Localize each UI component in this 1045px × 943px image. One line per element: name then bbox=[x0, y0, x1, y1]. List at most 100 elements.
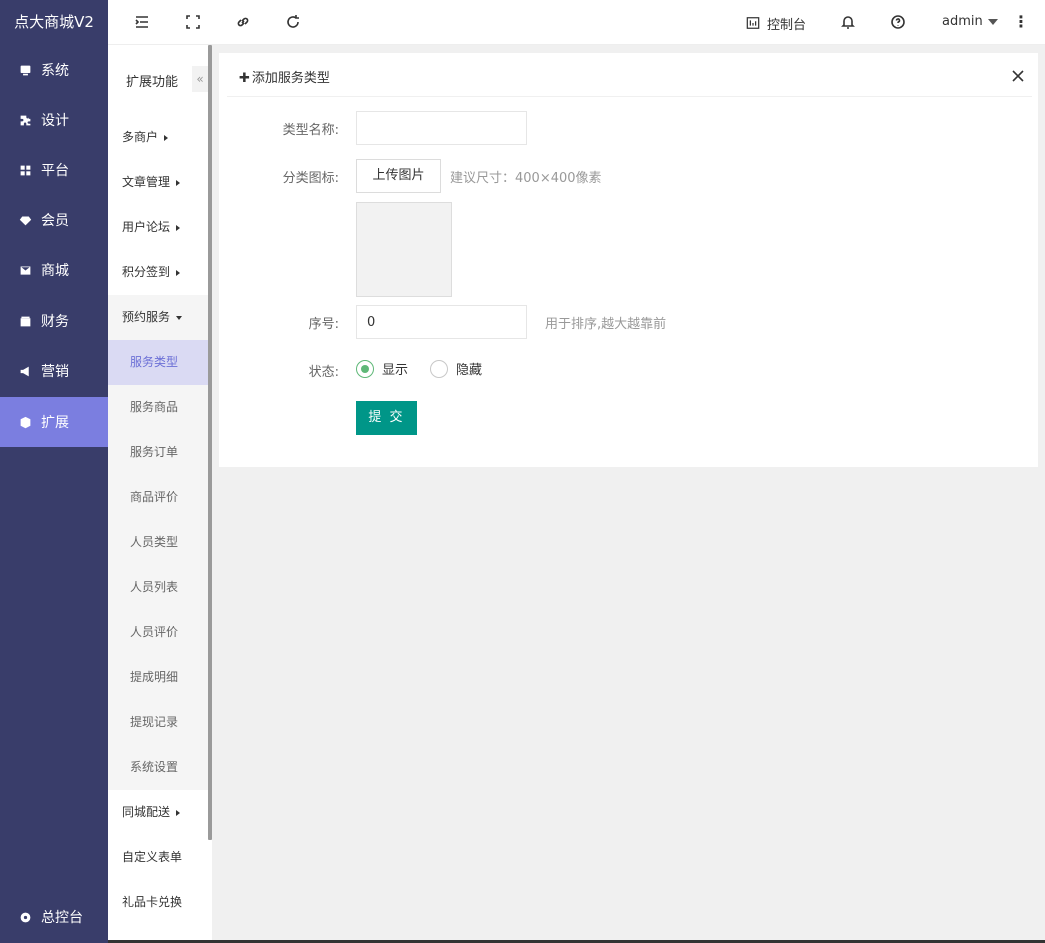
caret-down-icon bbox=[987, 18, 998, 25]
nav-item-shop[interactable]: 商城 bbox=[0, 245, 108, 295]
grid-icon bbox=[18, 163, 32, 177]
sub-group-points-signin[interactable]: 积分签到 bbox=[108, 250, 208, 295]
sub-group-label: 同城配送 bbox=[122, 805, 171, 819]
wallet-icon bbox=[18, 314, 32, 328]
sub-group-label: 积分签到 bbox=[122, 265, 171, 279]
card-title-text: 添加服务类型 bbox=[251, 71, 330, 86]
nav-label: 营销 bbox=[41, 364, 69, 380]
plus-icon: ✚ bbox=[239, 71, 250, 86]
radio-label: 隐藏 bbox=[456, 363, 483, 378]
nav-label: 会员 bbox=[41, 213, 69, 229]
sub-group-multi-merchant[interactable]: 多商户 bbox=[108, 115, 208, 160]
nav-label: 扩展 bbox=[41, 415, 69, 431]
nav-item-marketing[interactable]: 营销 bbox=[0, 346, 108, 396]
sub-item-staff-list[interactable]: 人员列表 bbox=[108, 565, 208, 610]
sub-item-commission-details[interactable]: 提成明细 bbox=[108, 655, 208, 700]
more-vertical-icon[interactable]: ⋮ bbox=[1013, 14, 1029, 30]
nav-label: 总控台 bbox=[41, 910, 83, 926]
link-icon[interactable] bbox=[235, 14, 253, 32]
nav-label: 财务 bbox=[41, 314, 69, 330]
sub-item-withdraw-records[interactable]: 提现记录 bbox=[108, 700, 208, 745]
sub-item-staff-reviews[interactable]: 人员评价 bbox=[108, 610, 208, 655]
sub-sidebar-scrollbar[interactable] bbox=[208, 45, 212, 840]
caret-right-icon bbox=[176, 809, 181, 816]
nav-label: 商城 bbox=[41, 263, 69, 279]
nav-item-member[interactable]: 会员 bbox=[0, 195, 108, 245]
sub-group-label: 文章管理 bbox=[122, 175, 171, 189]
radio-unchecked-icon bbox=[430, 359, 448, 378]
nav-item-finance[interactable]: 财务 bbox=[0, 296, 108, 346]
user-name: admin bbox=[942, 14, 983, 29]
sub-group-label: 礼品卡兑换 bbox=[122, 895, 183, 909]
sub-group-articles[interactable]: 文章管理 bbox=[108, 160, 208, 205]
sub-group-label: 用户论坛 bbox=[122, 220, 171, 234]
status-label: 状态: bbox=[308, 365, 339, 380]
sub-group-booking-service[interactable]: 预约服务 bbox=[108, 295, 208, 340]
nav-label: 平台 bbox=[41, 163, 69, 179]
user-menu[interactable]: admin bbox=[942, 14, 998, 29]
refresh-icon[interactable] bbox=[285, 14, 303, 32]
console-icon bbox=[746, 17, 760, 29]
icon-size-hint: 建议尺寸：400×400像素 bbox=[450, 171, 602, 186]
nav-item-platform[interactable]: 平台 bbox=[0, 145, 108, 195]
card-title: ✚ 添加服务类型 bbox=[239, 67, 330, 86]
sub-group-local-delivery[interactable]: 同城配送 bbox=[108, 790, 208, 835]
radio-label: 显示 bbox=[382, 363, 409, 378]
caret-right-icon bbox=[176, 224, 181, 231]
sub-item-service-type[interactable]: 服务类型 bbox=[108, 340, 208, 385]
type-name-input[interactable] bbox=[356, 111, 527, 145]
caret-right-icon bbox=[176, 269, 181, 276]
console-label: 控制台 bbox=[767, 17, 807, 33]
sub-sidebar-title: 扩展功能 bbox=[126, 75, 179, 90]
menu-toggle-icon[interactable] bbox=[134, 14, 152, 32]
status-radio-show[interactable]: 显示 bbox=[356, 359, 408, 378]
sub-group-forum[interactable]: 用户论坛 bbox=[108, 205, 208, 250]
close-icon[interactable] bbox=[1011, 69, 1025, 83]
sub-item-staff-types[interactable]: 人员类型 bbox=[108, 520, 208, 565]
sub-group-gift-card[interactable]: 礼品卡兑换 bbox=[108, 880, 208, 925]
diamond-icon bbox=[18, 213, 32, 227]
type-name-label: 类型名称: bbox=[282, 123, 339, 138]
sub-item-system-settings[interactable]: 系统设置 bbox=[108, 745, 208, 790]
fullscreen-icon[interactable] bbox=[185, 14, 203, 32]
order-label: 序号: bbox=[308, 317, 339, 332]
sub-group-label: 自定义表单 bbox=[122, 850, 183, 864]
nav-item-system[interactable]: 系统 bbox=[0, 45, 108, 95]
puzzle-icon bbox=[18, 113, 32, 127]
add-service-type-card: ✚ 添加服务类型 类型名称: 分类图标: 上传图片 建议尺寸：400×400像素 … bbox=[219, 53, 1038, 467]
sub-item-service-orders[interactable]: 服务订单 bbox=[108, 430, 208, 475]
megaphone-icon bbox=[18, 364, 32, 378]
radio-checked-icon bbox=[356, 359, 374, 378]
card-header: ✚ 添加服务类型 bbox=[227, 53, 1032, 97]
sub-group-label: 多商户 bbox=[122, 130, 159, 144]
monitor-icon bbox=[18, 63, 32, 77]
nav-item-extension[interactable]: 扩展 bbox=[0, 397, 108, 447]
mail-icon bbox=[18, 263, 32, 277]
sub-item-goods-reviews[interactable]: 商品评价 bbox=[108, 475, 208, 520]
nav-item-design[interactable]: 设计 bbox=[0, 95, 108, 145]
caret-right-icon bbox=[176, 179, 181, 186]
collapse-sidebar-button[interactable]: « bbox=[192, 66, 208, 92]
caret-right-icon bbox=[164, 134, 169, 141]
submit-button[interactable]: 提 交 bbox=[356, 401, 417, 435]
sub-sidebar-header: 扩展功能 « bbox=[108, 45, 208, 95]
nav-label: 系统 bbox=[41, 63, 69, 79]
app-logo[interactable]: 点大商城V2 bbox=[0, 0, 108, 45]
gear-icon bbox=[18, 910, 32, 924]
order-input[interactable] bbox=[356, 305, 527, 339]
nav-label: 设计 bbox=[41, 113, 69, 129]
help-icon[interactable] bbox=[890, 14, 908, 32]
status-radio-hide[interactable]: 隐藏 bbox=[430, 359, 482, 378]
sub-group-label: 预约服务 bbox=[122, 310, 171, 324]
image-preview[interactable] bbox=[356, 202, 452, 297]
sub-group-custom-form[interactable]: 自定义表单 bbox=[108, 835, 208, 880]
topbar: 控制台 admin ⋮ bbox=[108, 0, 1045, 45]
cube-icon bbox=[18, 415, 32, 429]
caret-down-icon bbox=[176, 315, 183, 320]
nav-item-dashboard[interactable]: 总控台 bbox=[0, 892, 108, 942]
console-link[interactable]: 控制台 bbox=[746, 14, 807, 33]
upload-image-button[interactable]: 上传图片 bbox=[356, 159, 441, 193]
sub-item-service-goods[interactable]: 服务商品 bbox=[108, 385, 208, 430]
category-icon-label: 分类图标: bbox=[282, 171, 339, 186]
bell-icon[interactable] bbox=[840, 14, 858, 32]
